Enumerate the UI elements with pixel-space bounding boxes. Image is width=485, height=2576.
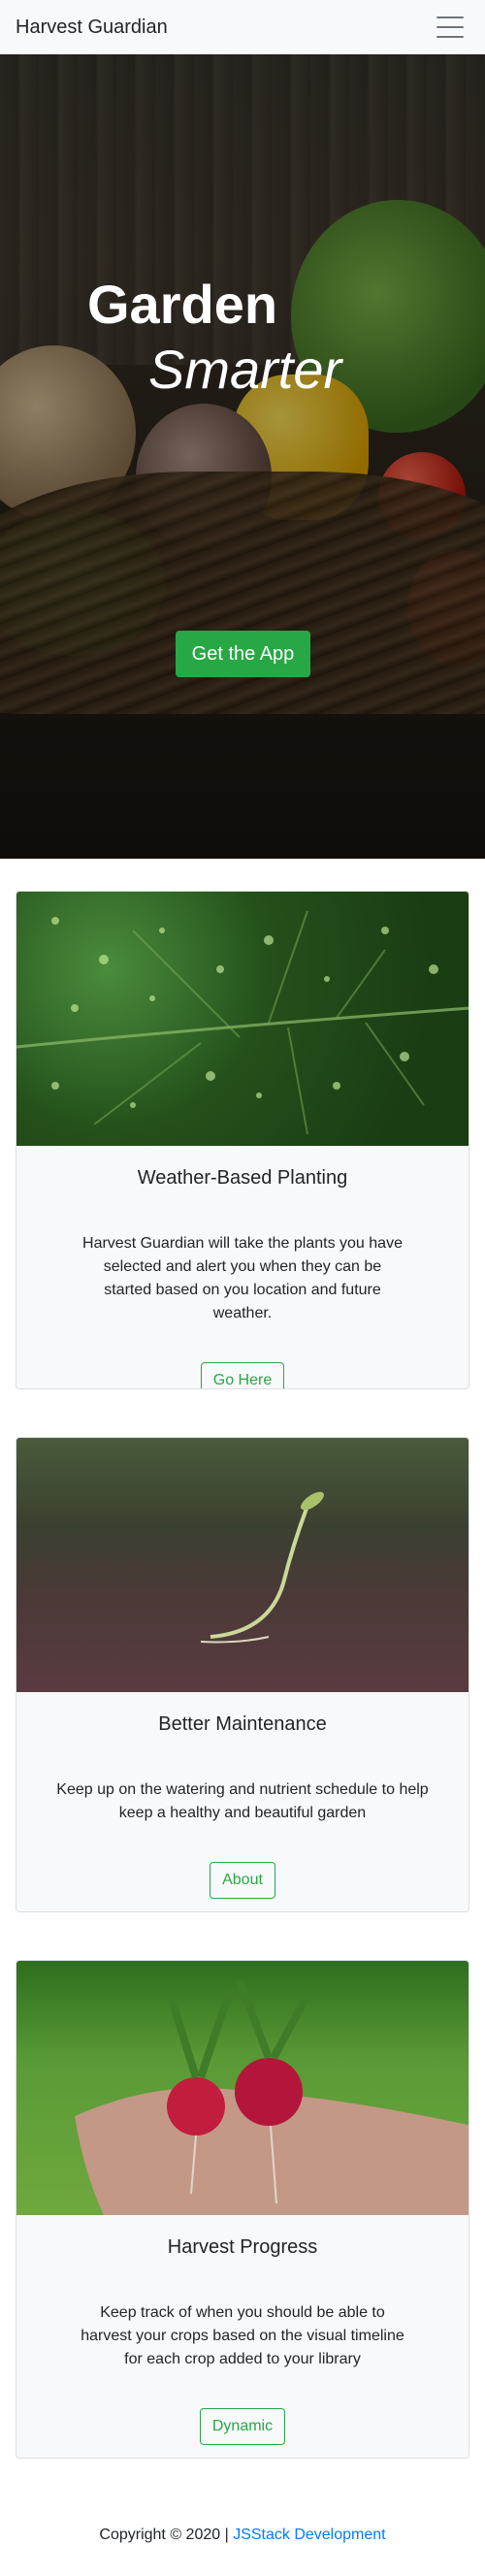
leaf-droplets-illustration (16, 910, 469, 1135)
card-text: Keep track of when you should be able to… (81, 2304, 404, 2367)
card-title: Weather-Based Planting (137, 1167, 348, 1189)
card-harvest-progress: Harvest Progress Keep track of when you … (16, 1960, 469, 2459)
hamburger-menu-icon[interactable] (431, 12, 469, 43)
navbar: Harvest Guardian (0, 0, 485, 54)
card-image-leaf (16, 892, 469, 1146)
brand-name[interactable]: Harvest Guardian (16, 16, 168, 39)
card-text: Harvest Guardian will take the plants yo… (82, 1235, 403, 1321)
card-better-maintenance: Better Maintenance Keep up on the wateri… (16, 1437, 469, 1912)
hero-section: Garden Smarter Get the App (0, 54, 485, 859)
card-image-radishes (16, 1961, 469, 2215)
dynamic-button[interactable]: Dynamic (199, 2408, 286, 2445)
footer: Copyright © 2020 | JSStack Development (0, 2527, 485, 2544)
card-weather-planting: Weather-Based Planting Harvest Guardian … (16, 891, 469, 1389)
radish-illustration (75, 1978, 469, 2215)
card-image-seedling (16, 1438, 469, 1692)
card-title: Better Maintenance (158, 1713, 327, 1735)
hero-title: Garden (87, 274, 278, 335)
seedling-illustration (200, 1491, 324, 1644)
hero-subtitle: Smarter (148, 339, 342, 400)
card-text: Keep up on the watering and nutrient sch… (56, 1781, 429, 1821)
get-app-button[interactable]: Get the App (176, 631, 310, 677)
jsstack-link[interactable]: JSStack Development (233, 2527, 385, 2543)
about-button[interactable]: About (210, 1862, 275, 1899)
card-title: Harvest Progress (167, 2236, 318, 2258)
copyright-text: Copyright © 2020 | (99, 2527, 234, 2543)
go-here-button[interactable]: Go Here (200, 1362, 285, 1388)
